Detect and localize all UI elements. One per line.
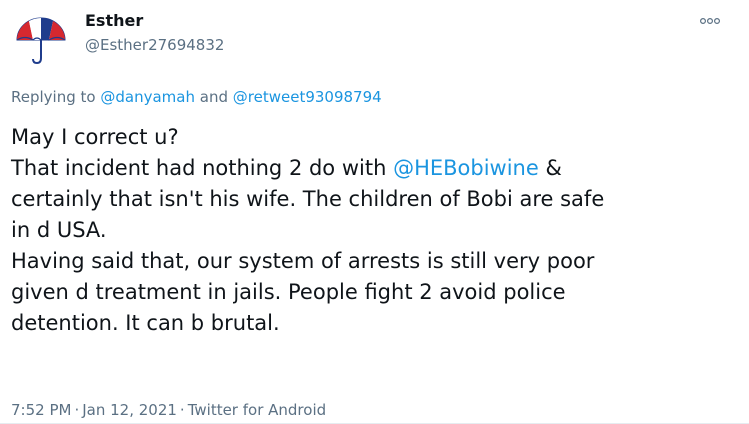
tweet-meta: 7:52 PM · Jan 12, 2021 · Twitter for Android [11,400,326,420]
meta-separator: · [74,401,80,419]
tweet-text-segment: That incident had nothing 2 do with [11,156,394,180]
tweet-text: May I correct u? That incident had nothi… [11,122,741,339]
tweet: Esther @Esther27694832 Replying to @dany… [0,0,749,424]
tweet-line: detention. It can b brutal. [11,311,280,335]
replying-conjunction: and [199,88,228,106]
replying-prefix: Replying to [11,88,96,106]
tweet-line: May I correct u? [11,125,179,149]
meta-separator: · [179,401,185,419]
mention-link-retweet93098794[interactable]: @retweet93098794 [233,88,382,106]
user-handle[interactable]: @Esther27694832 [85,35,224,55]
more-options-button[interactable] [694,9,726,33]
replying-to: Replying to @danyamah and @retweet930987… [11,87,382,107]
mention-link-danyamah[interactable]: @danyamah [100,88,195,106]
tweet-text-segment: & [538,156,562,180]
umbrella-icon [11,10,71,70]
tweet-line: in d USA. [11,218,107,242]
mention-link-hebobiwine[interactable]: @HEBobiwine [393,156,539,180]
tweet-date[interactable]: Jan 12, 2021 [82,401,177,419]
display-name[interactable]: Esther [85,11,143,31]
tweet-line: Having said that, our system of arrests … [11,249,595,273]
tweet-line: That incident had nothing 2 do with @HEB… [11,153,741,184]
tweet-line: certainly that isn't his wife. The child… [11,187,605,211]
tweet-source[interactable]: Twitter for Android [188,401,326,419]
more-options-icon [699,17,721,25]
tweet-time[interactable]: 7:52 PM [11,401,71,419]
tweet-line: given d treatment in jails. People fight… [11,280,566,304]
avatar[interactable] [11,10,71,70]
